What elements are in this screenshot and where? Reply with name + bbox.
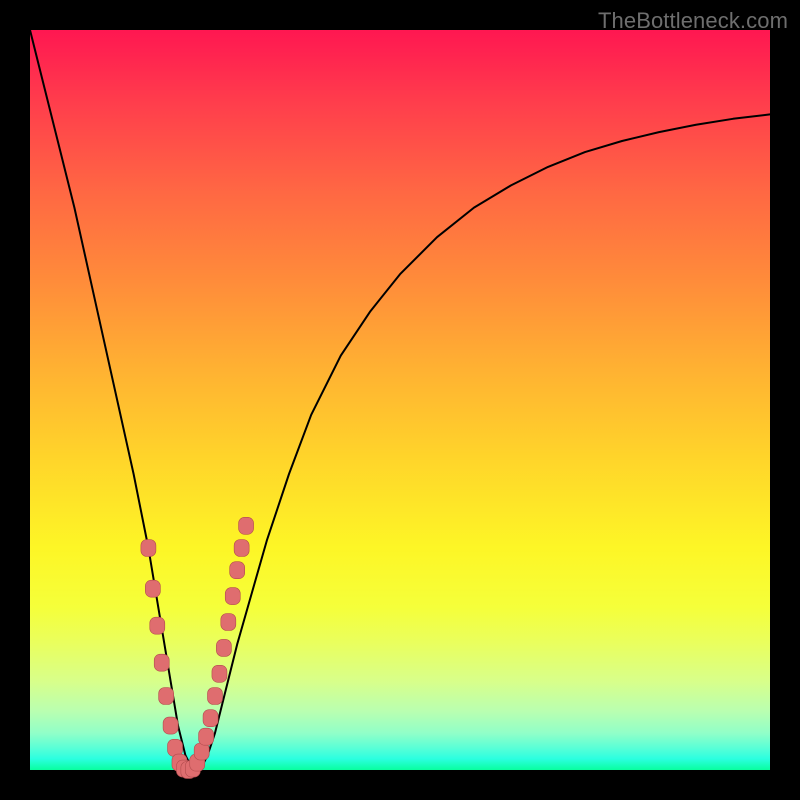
sample-point — [234, 540, 249, 557]
sample-point — [141, 540, 156, 557]
sample-point — [194, 743, 209, 760]
sample-point — [225, 588, 240, 605]
sample-point — [145, 580, 160, 597]
sample-point — [168, 739, 183, 756]
sample-point — [216, 639, 231, 656]
sample-point — [159, 688, 174, 705]
sample-point — [199, 728, 214, 745]
sample-point — [221, 614, 236, 631]
sample-point — [230, 562, 245, 579]
sample-point — [203, 710, 218, 727]
chart-overlay — [30, 30, 770, 770]
sample-point — [212, 665, 227, 682]
bottleneck-curve — [30, 30, 770, 770]
sample-point — [154, 654, 169, 671]
sample-point — [208, 688, 223, 705]
sample-point — [150, 617, 165, 634]
sample-point — [163, 717, 178, 734]
sample-point — [239, 517, 254, 534]
